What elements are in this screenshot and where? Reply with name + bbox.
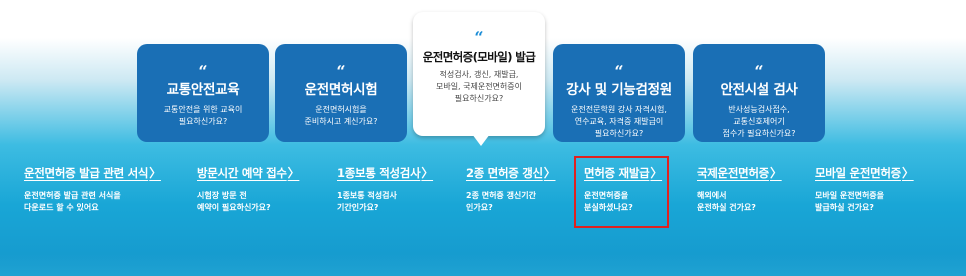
link-title: 2종 면허증 갱신 [466, 166, 543, 180]
quote-icon: “ [614, 62, 624, 81]
card-title: 운전면허증(모바일) 발급 [422, 50, 536, 64]
card-safety-facility-inspection[interactable]: “ 안전시설 검사 반사성능검사접수, 교통신호제어기 접수가 필요하신가요? [693, 44, 825, 142]
link-description: 해외에서 운전하실 건가요? [697, 191, 756, 212]
quote-icon: “ [474, 28, 484, 47]
card-instructor-examiner[interactable]: “ 강사 및 기능검정원 운전전문학원 강사 자격시험, 연수교육, 자격증 재발… [553, 44, 685, 142]
chevron-right-icon: 〉 [543, 166, 556, 180]
card-traffic-safety-education[interactable]: “ 교통안전교육 교통안전을 위한 교육이 필요하신가요? [137, 44, 269, 142]
link-visit-reservation[interactable]: 방문시간 예약 접수〉 시험장 방문 전 예약이 필요하신가요? [197, 166, 300, 214]
link-class2-renewal[interactable]: 2종 면허증 갱신〉 2종 면허증 갱신기간 인가요? [466, 166, 556, 214]
card-license-exam[interactable]: “ 운전면허시험 운전면허시험을 준비하시고 계신가요? [275, 44, 407, 142]
chevron-right-icon: 〉 [769, 166, 782, 180]
link-description: 2종 면허증 갱신기간 인가요? [466, 191, 537, 212]
card-description: 운전전문학원 강사 자격시험, 연수교육, 자격증 재발급이 필요하신가요? [571, 105, 667, 138]
card-title: 강사 및 기능검정원 [566, 82, 672, 98]
link-title: 방문시간 예약 접수 [197, 166, 287, 180]
link-mobile-license[interactable]: 모바일 운전면허증〉 모바일 운전면허증을 발급하실 건가요? [815, 166, 914, 214]
link-description: 운전면허증 발급 관련 서식을 다운로드 할 수 있어요 [24, 191, 121, 212]
background-fade [0, 254, 966, 276]
link-international-license[interactable]: 국제운전면허증〉 해외에서 운전하실 건가요? [697, 166, 782, 214]
highlight-box [574, 156, 669, 228]
link-description: 시험장 방문 전 예약이 필요하신가요? [197, 191, 271, 212]
card-description: 반사성능검사접수, 교통신호제어기 접수가 필요하신가요? [722, 105, 796, 138]
quote-icon: “ [198, 62, 208, 81]
card-description: 운전면허시험을 준비하시고 계신가요? [304, 105, 378, 126]
link-title: 국제운전면허증 [697, 166, 769, 180]
card-license-issuance-featured[interactable]: “ 운전면허증(모바일) 발급 적성검사, 갱신, 재발급, 모바일, 국제운전면… [413, 12, 545, 136]
chevron-right-icon: 〉 [287, 166, 300, 180]
card-title: 운전면허시험 [304, 82, 378, 98]
link-title: 1종보통 적성검사 [337, 166, 421, 180]
quote-icon: “ [336, 62, 346, 81]
card-title: 교통안전교육 [166, 82, 240, 98]
card-title: 안전시설 검사 [720, 82, 798, 98]
card-description: 적성검사, 갱신, 재발급, 모바일, 국제운전면허증이 필요하신가요? [435, 70, 523, 103]
link-title: 운전면허증 발급 관련 서식 [24, 166, 149, 180]
chevron-right-icon: 〉 [901, 166, 914, 180]
chevron-right-icon: 〉 [149, 166, 161, 180]
link-title: 모바일 운전면허증 [815, 166, 901, 180]
link-description: 모바일 운전면허증을 발급하실 건가요? [815, 191, 885, 212]
quote-icon: “ [754, 62, 764, 81]
link-class1-aptitude-test[interactable]: 1종보통 적성검사〉 1종보통 적성검사 기간인가요? [337, 166, 433, 214]
link-description: 1종보통 적성검사 기간인가요? [337, 191, 397, 212]
chevron-right-icon: 〉 [421, 166, 434, 180]
featured-card-pointer [472, 134, 490, 146]
card-description: 교통안전을 위한 교육이 필요하신가요? [163, 105, 243, 126]
link-license-forms[interactable]: 운전면허증 발급 관련 서식〉 운전면허증 발급 관련 서식을 다운로드 할 수 … [24, 166, 161, 214]
